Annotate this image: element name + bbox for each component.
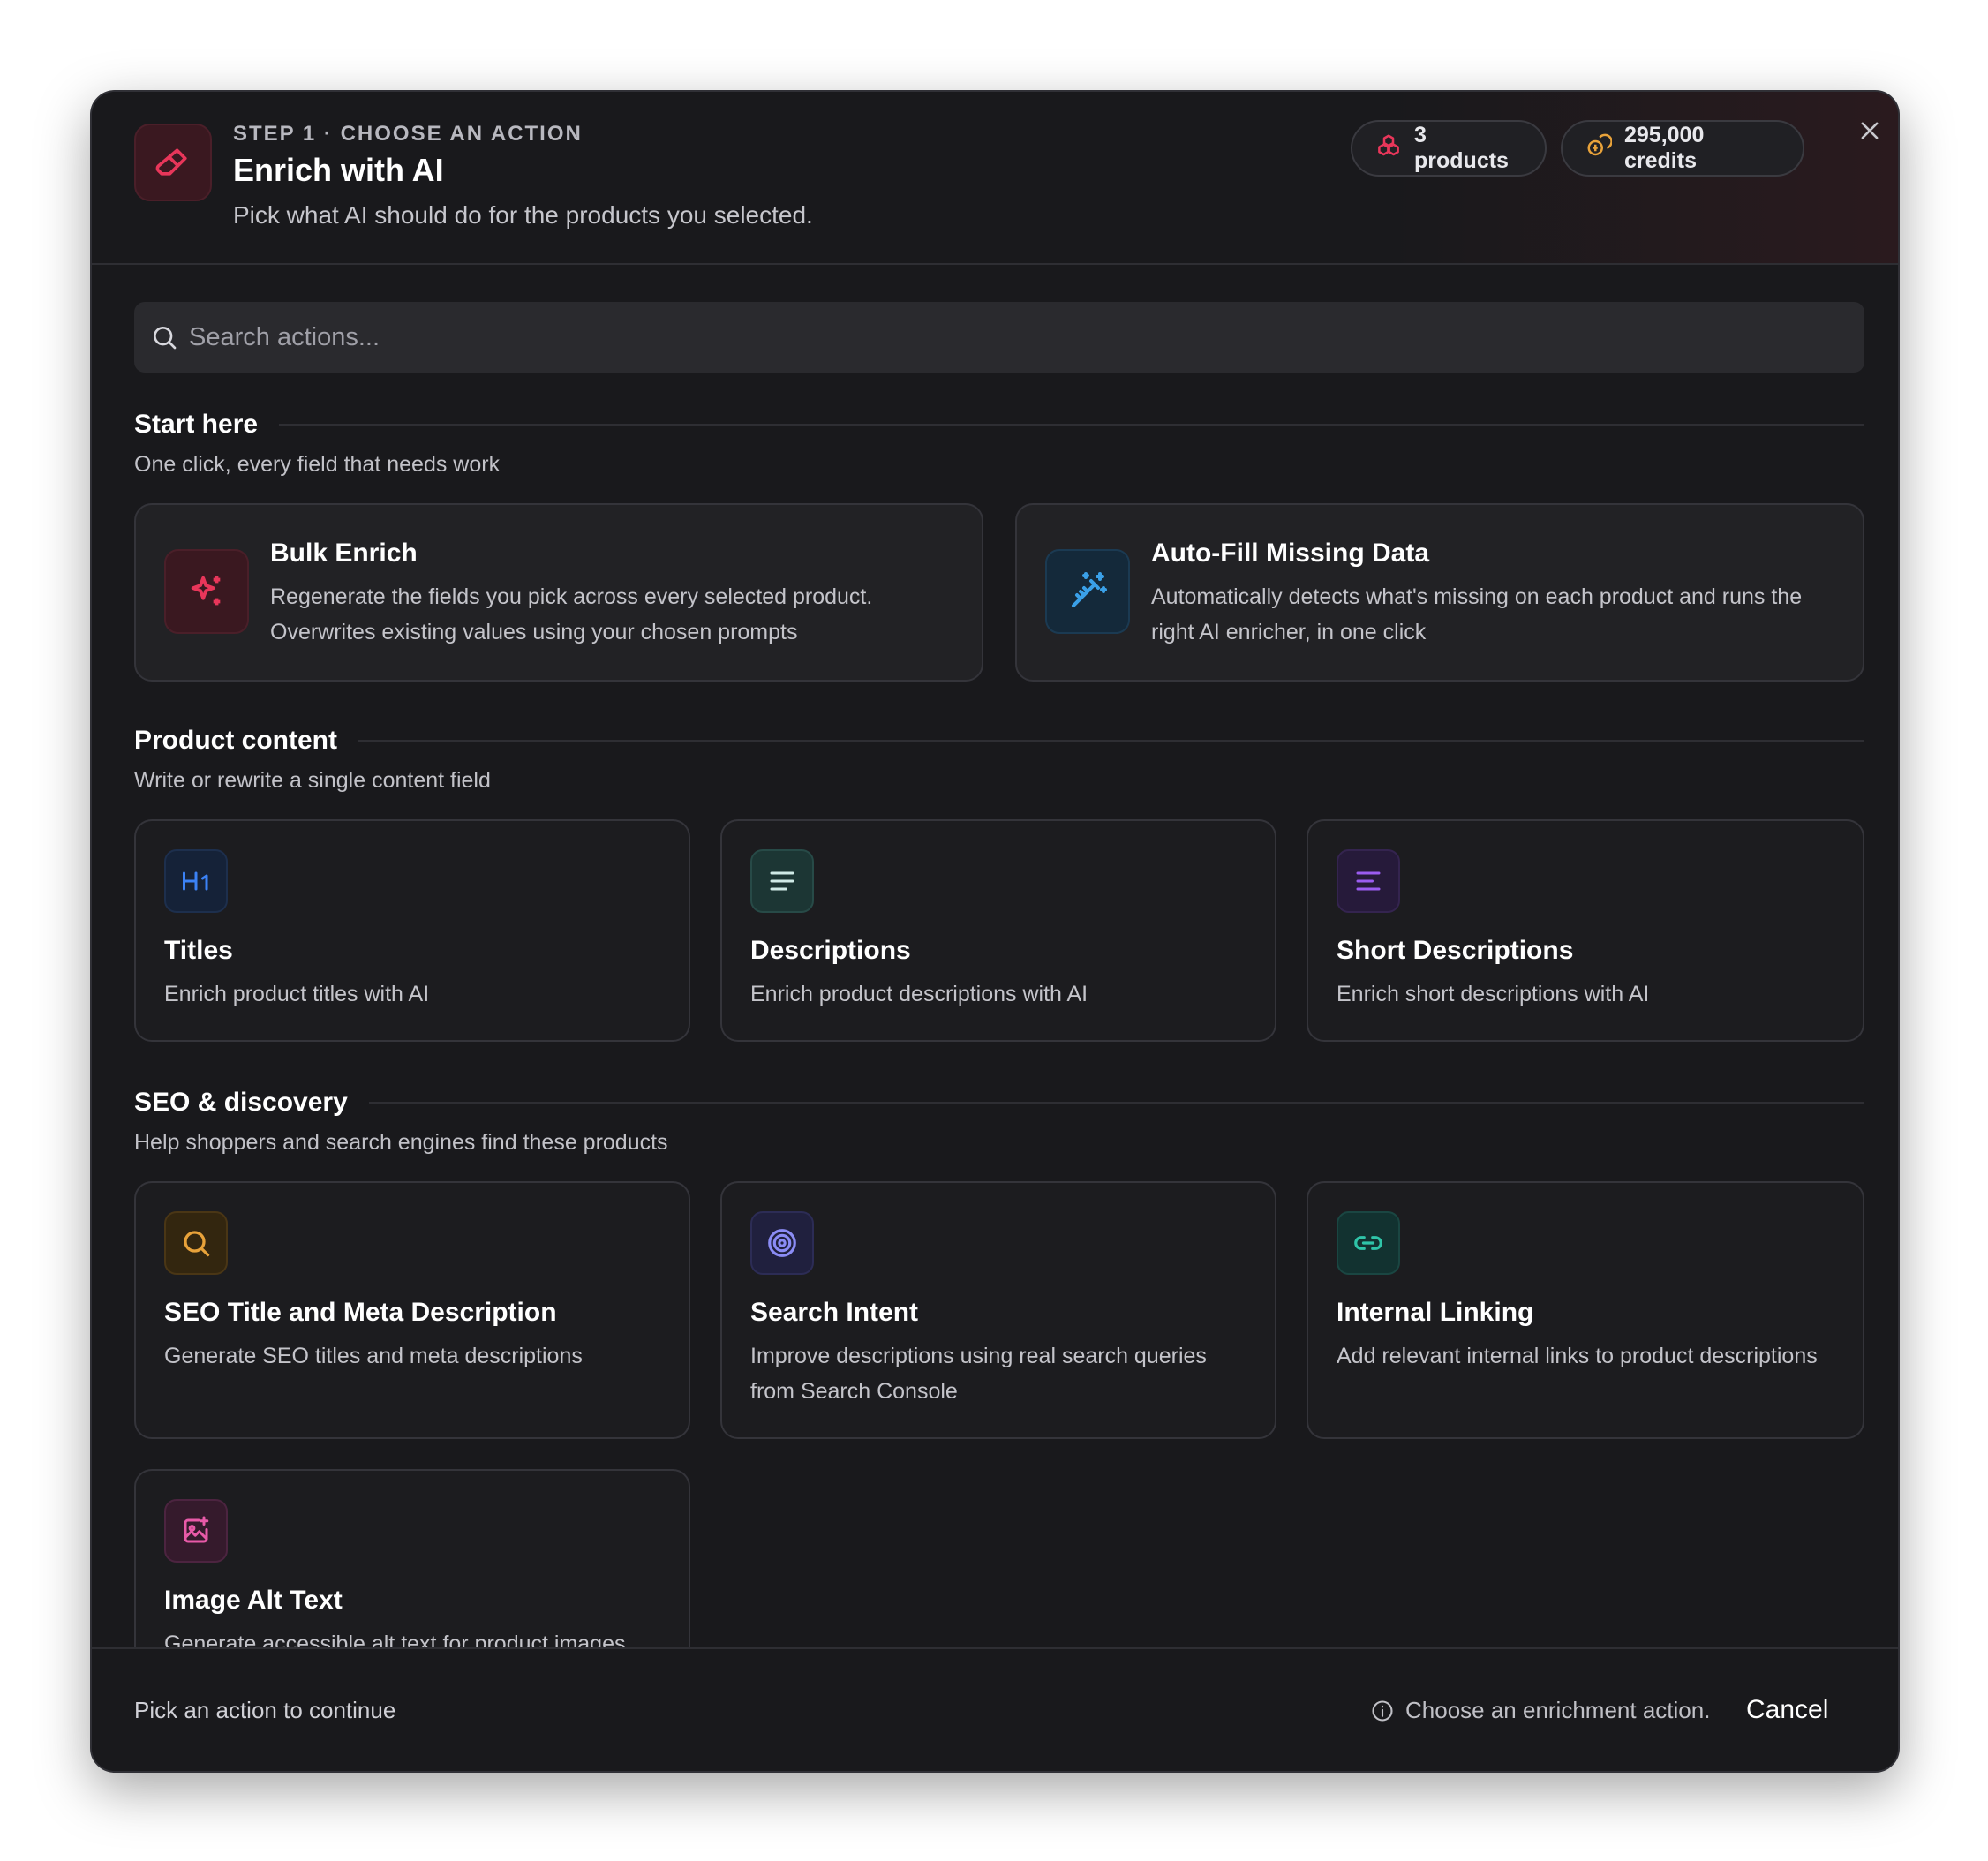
footer-status: Pick an action to continue — [134, 1697, 396, 1723]
card-title: Titles — [164, 936, 233, 965]
card-description: Enrich product titles with AI — [164, 982, 430, 1006]
target-icon — [750, 1211, 814, 1275]
card-titles[interactable]: Titles Enrich product titles with AI — [134, 819, 690, 1042]
sparkles-icon — [164, 549, 249, 634]
link-icon — [1337, 1211, 1400, 1275]
card-short-descriptions[interactable]: Short Descriptions Enrich short descript… — [1307, 819, 1864, 1042]
section-divider — [368, 1102, 1864, 1104]
card-title: Image Alt Text — [164, 1586, 343, 1615]
search-icon — [164, 1211, 228, 1275]
heading-1-icon — [164, 849, 228, 913]
section-title-text: Product content — [134, 726, 337, 755]
magic-wand-icon — [1045, 549, 1130, 634]
card-description: Enrich product descriptions with AI — [750, 982, 1088, 1006]
products-icon — [1375, 132, 1402, 165]
modal-footer: Pick an action to continue Choose an enr… — [92, 1647, 1898, 1771]
section-subtitle-start: One click, every field that needs work — [134, 452, 501, 477]
text-short-icon — [1337, 849, 1400, 913]
card-title: Descriptions — [750, 936, 911, 965]
align-left-icon — [750, 849, 814, 913]
card-description: Generate SEO titles and meta description… — [164, 1344, 583, 1368]
section-title-seo: SEO & discovery — [134, 1088, 1864, 1118]
card-title: Bulk Enrich — [270, 539, 418, 568]
modal-header: STEP 1 · CHOOSE AN ACTION Enrich with AI… — [92, 92, 1898, 265]
info-icon — [1372, 1699, 1393, 1722]
search-icon — [154, 327, 177, 350]
card-description: Add relevant internal links to product d… — [1337, 1344, 1818, 1368]
card-title: Short Descriptions — [1337, 936, 1574, 965]
step-label: STEP 1 · CHOOSE AN ACTION — [233, 122, 583, 146]
section-title-content: Product content — [134, 726, 1864, 756]
modal-subtitle: Pick what AI should do for the products … — [233, 201, 813, 229]
image-plus-icon — [164, 1499, 228, 1563]
card-seo-title-meta[interactable]: SEO Title and Meta Description Generate … — [134, 1181, 690, 1439]
card-title: Auto-Fill Missing Data — [1151, 539, 1429, 568]
coins-icon — [1585, 132, 1613, 165]
section-title-start: Start here — [134, 410, 1864, 440]
credits-count: 295,000 credits — [1624, 123, 1705, 173]
card-search-intent[interactable]: Search Intent Improve descriptions using… — [720, 1181, 1276, 1439]
card-description: Improve descriptions using real search q… — [750, 1344, 1207, 1404]
card-auto-fill[interactable]: Auto-Fill Missing Data Automatically det… — [1015, 503, 1864, 682]
section-divider — [279, 424, 1864, 426]
close-button[interactable] — [1852, 113, 1887, 148]
search-bar — [134, 302, 1864, 373]
card-description: Regenerate the fields you pick across ev… — [270, 584, 873, 644]
modal-body: Start here One click, every field that n… — [92, 267, 1898, 1736]
section-title-text: SEO & discovery — [134, 1088, 348, 1117]
footer-hint-text: Choose an enrichment action. — [1405, 1697, 1711, 1723]
enrich-modal: STEP 1 · CHOOSE AN ACTION Enrich with AI… — [90, 90, 1900, 1773]
credits-badge: 295,000 credits — [1561, 120, 1804, 177]
section-subtitle-seo: Help shoppers and search engines find th… — [134, 1130, 668, 1155]
cancel-button[interactable]: Cancel — [1734, 1688, 1841, 1732]
card-title: Search Intent — [750, 1298, 919, 1327]
section-title-text: Start here — [134, 410, 259, 439]
card-description: Enrich short descriptions with AI — [1337, 982, 1650, 1006]
card-title: SEO Title and Meta Description — [164, 1298, 557, 1327]
card-internal-linking[interactable]: Internal Linking Add relevant internal l… — [1307, 1181, 1864, 1439]
card-descriptions[interactable]: Descriptions Enrich product descriptions… — [720, 819, 1276, 1042]
products-badge: 3 products — [1351, 120, 1547, 177]
section-subtitle-content: Write or rewrite a single content field — [134, 768, 491, 793]
search-input[interactable] — [189, 322, 1822, 352]
card-title: Internal Linking — [1337, 1298, 1534, 1327]
card-bulk-enrich[interactable]: Bulk Enrich Regenerate the fields you pi… — [134, 503, 983, 682]
footer-hint: Choose an enrichment action. — [1370, 1697, 1710, 1724]
products-count: 3 products — [1414, 123, 1509, 173]
card-description: Automatically detects what's missing on … — [1151, 584, 1803, 644]
close-icon — [1861, 122, 1879, 139]
section-divider — [358, 740, 1864, 742]
modal-title: Enrich with AI — [233, 152, 444, 188]
eraser-icon — [134, 124, 212, 201]
